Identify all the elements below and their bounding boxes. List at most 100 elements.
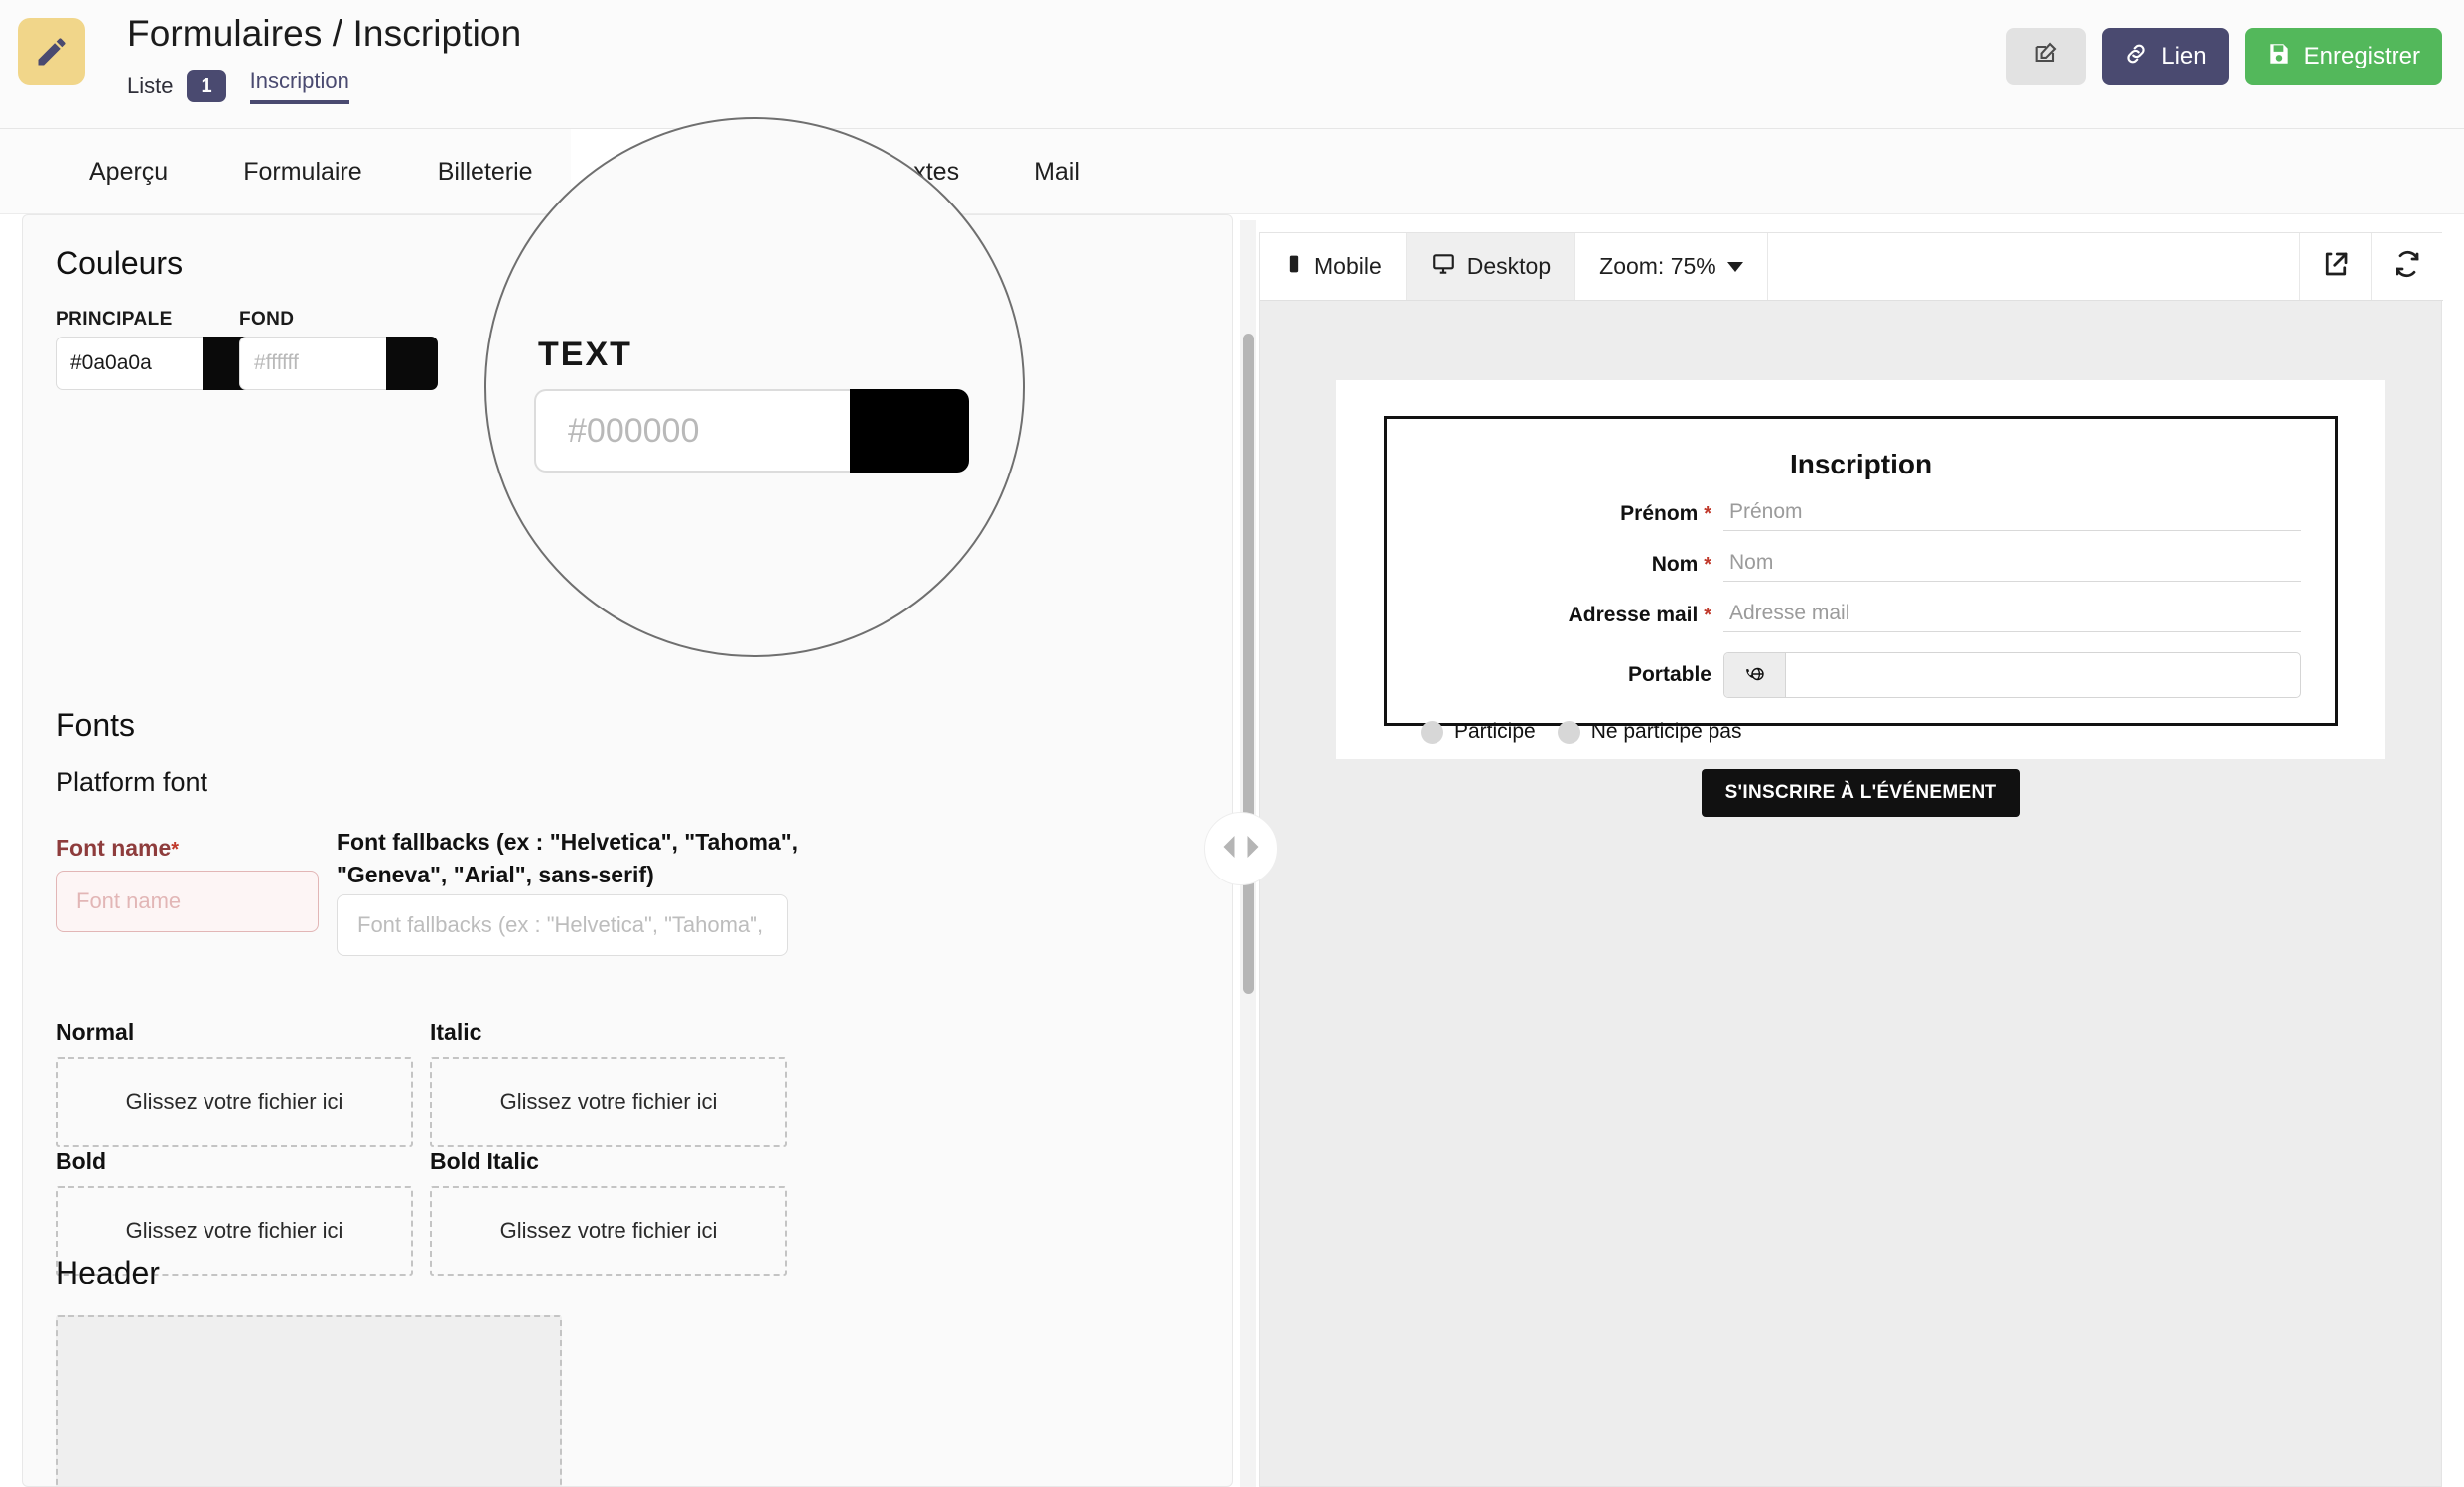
form-row-portable: Portable [1387,652,2335,698]
editor-scrollbar-thumb[interactable] [1243,334,1254,994]
form-label-email: Adresse mail * [1421,604,1723,627]
form-label-prenom-text: Prénom [1620,501,1699,525]
desktop-monitor-icon [1431,251,1456,283]
form-label-email-text: Adresse mail [1568,603,1699,626]
variant-bold-italic-label: Bold Italic [430,1149,539,1174]
app-header: Formulaires / Inscription Liste 1 Inscri… [0,0,2464,129]
form-label-nom: Nom * [1421,553,1723,577]
save-button[interactable]: Enregistrer [2244,28,2442,85]
save-button-label: Enregistrer [2303,43,2420,69]
breadcrumb-current[interactable]: Inscription [249,68,349,104]
variant-italic-label: Italic [430,1019,482,1045]
required-asterisk-prenom: * [1704,502,1711,525]
form-label-nom-text: Nom [1651,552,1699,576]
fonts-section-title: Fonts [56,707,136,743]
chevron-right-icon [1244,835,1262,863]
variant-italic-dropzone[interactable]: Glissez votre fichier ici [430,1057,787,1147]
link-button[interactable]: Lien [2102,28,2229,85]
refresh-sync-icon [2393,249,2422,284]
variant-bold-drop-text: Glissez votre fichier ici [125,1218,343,1243]
radio-participe-label: Participe [1454,720,1536,743]
form-input-nom[interactable]: Nom [1723,547,2301,582]
color-fond-control [239,337,438,390]
color-fond-swatch[interactable] [386,337,438,390]
panel-splitter-handle[interactable] [1204,812,1278,885]
header-section-title: Header [56,1255,160,1290]
font-name-label-text: Font name [56,835,172,861]
required-asterisk: * [171,839,180,861]
form-input-email[interactable]: Adresse mail [1723,598,2301,632]
chevron-left-icon [1220,835,1238,863]
variant-bold-italic-drop-text: Glissez votre fichier ici [499,1218,718,1243]
preview-mode-desktop[interactable]: Desktop [1406,233,1576,300]
font-name-label: Font name* [56,835,179,862]
header-actions: Lien Enregistrer [2006,28,2442,85]
form-row-prenom: Prénom * Prénom [1387,496,2335,531]
toolbar-spacer [1768,233,2300,300]
link-button-label: Lien [2161,43,2207,69]
color-principale-input[interactable] [56,337,203,390]
chain-link-icon [2123,41,2149,73]
magnifier-lens: TEXT #000000 [484,117,1025,657]
required-asterisk-email: * [1704,604,1711,626]
preview-toolbar: Mobile Desktop Zoom: 75% [1260,233,2443,301]
radio-dot-participe [1421,720,1443,744]
preview-mode-mobile[interactable]: Mobile [1260,233,1407,300]
variant-normal-drop-text: Glissez votre fichier ici [125,1089,343,1114]
header-image-dropzone[interactable] [56,1315,562,1486]
form-label-portable: Portable [1421,663,1723,687]
breadcrumb-list[interactable]: Liste [127,66,173,107]
color-principale-label: PRINCIPALE [56,309,173,330]
tab-formulaire[interactable]: Formulaire [205,129,399,214]
radio-ne-participe-pas-label: Ne participe pas [1590,720,1742,743]
variant-bold-label: Bold [56,1149,107,1174]
edit-square-icon [2032,40,2060,74]
form-input-prenom[interactable]: Prénom [1723,496,2301,531]
form-title: Inscription [1789,449,1933,479]
color-fond-label: FOND [239,309,295,330]
radio-ne-participe-pas[interactable]: Ne participe pas [1557,720,1742,744]
phone-globe-icon[interactable] [1724,653,1786,697]
colors-section-title: Couleurs [56,245,184,281]
tab-apercu[interactable]: Aperçu [52,129,205,214]
preview-zoom-label: Zoom: 75% [1599,253,1716,279]
color-principale-control [56,337,254,390]
floppy-disk-icon [2266,41,2292,73]
page-title: Formulaires / Inscription [127,13,522,54]
preview-share-button[interactable] [2300,233,2372,300]
variant-bold-italic-dropzone[interactable]: Glissez votre fichier ici [430,1186,787,1276]
tab-list: Aperçu Formulaire Billeterie Design CSS … [0,129,2464,214]
color-fond-input[interactable] [239,337,386,390]
magnified-color-swatch[interactable] [850,389,969,473]
magnified-text-label: TEXT [538,336,632,373]
tab-billeterie[interactable]: Billeterie [400,129,571,214]
pencil-icon [18,18,85,85]
variant-normal-label: Normal [56,1019,135,1045]
required-asterisk-nom: * [1704,553,1711,576]
form-row-email: Adresse mail * Adresse mail [1387,598,2335,632]
magnified-color-input[interactable]: #000000 [534,389,850,473]
preview-panel: Mobile Desktop Zoom: 75% Inscription Pré… [1259,232,2443,1487]
preview-zoom-selector[interactable]: Zoom: 75% [1575,233,1768,300]
variant-normal-dropzone[interactable]: Glissez votre fichier ici [56,1057,413,1147]
breadcrumb: Liste 1 Inscription [127,66,349,107]
form-label-prenom: Prénom * [1421,502,1723,526]
variant-italic-drop-text: Glissez votre fichier ici [499,1089,718,1114]
tab-bar: Aperçu Formulaire Billeterie Design CSS … [0,129,2464,214]
chevron-down-icon [1726,261,1743,272]
platform-font-label: Platform font [56,767,208,797]
registration-form: Inscription Prénom * Prénom Nom * Nom Ad… [1384,416,2338,817]
share-external-icon [2321,249,2351,284]
form-participation-radios: Participe Ne participe pas [1387,720,2335,744]
edit-button[interactable] [2006,28,2087,85]
radio-participe[interactable]: Participe [1421,720,1536,744]
form-label-portable-text: Portable [1627,663,1711,686]
form-input-portable[interactable] [1723,652,2301,698]
form-submit-button[interactable]: S'INSCRIRE À L'ÉVÉNEMENT [1701,769,2021,817]
radio-dot-ne-participe-pas [1557,720,1580,744]
font-fallbacks-input[interactable] [337,894,788,956]
tab-mail[interactable]: Mail [997,129,1118,214]
preview-refresh-button[interactable] [2372,233,2443,300]
font-name-input[interactable] [56,871,319,932]
magnified-color-control: #000000 [534,389,969,473]
